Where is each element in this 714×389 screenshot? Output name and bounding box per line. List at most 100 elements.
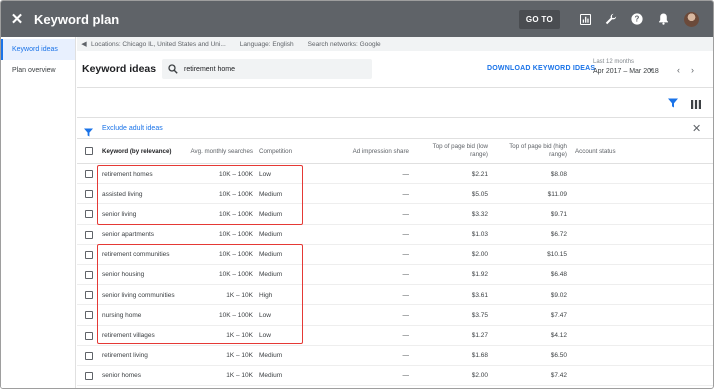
impression-share-cell: — — [402, 332, 410, 339]
help-icon[interactable]: ? — [624, 1, 650, 37]
low-bid-cell: $3.61 — [471, 291, 488, 299]
row-checkbox[interactable] — [85, 230, 93, 239]
select-all-checkbox[interactable] — [85, 147, 93, 155]
row-checkbox[interactable] — [85, 190, 93, 199]
row-checkbox[interactable] — [85, 331, 93, 340]
row-checkbox[interactable] — [85, 371, 93, 380]
sidebar: Keyword ideas Plan overview — [1, 37, 76, 388]
competition-cell: Medium — [259, 352, 283, 360]
wrench-icon[interactable] — [598, 1, 624, 37]
search-value: retirement home — [184, 65, 235, 73]
columns-icon[interactable] — [691, 96, 701, 114]
networks-setting[interactable]: Search networks: Google — [308, 41, 381, 48]
keyword-ideas-table: Keyword (by relevance) Avg. monthly sear… — [77, 139, 713, 387]
highlight-box — [97, 165, 303, 225]
exclude-adult-ideas-filter[interactable]: Exclude adult ideas — [102, 125, 163, 132]
avatar[interactable] — [684, 11, 699, 27]
impression-share-cell: — — [402, 311, 410, 319]
row-checkbox[interactable] — [85, 291, 93, 300]
app-title: Keyword plan — [34, 11, 120, 27]
high-bid-cell: $4.12 — [550, 332, 567, 339]
search-input[interactable]: retirement home — [162, 59, 372, 79]
reports-icon[interactable] — [572, 1, 598, 37]
top-bar-actions: GO TO ? — [518, 1, 713, 37]
row-checkbox[interactable] — [85, 250, 93, 259]
targeting-info-bar: ◀ Locations: Chicago IL, United States a… — [77, 37, 713, 51]
row-checkbox[interactable] — [85, 311, 93, 320]
column-header-competition[interactable]: Competition — [259, 148, 292, 156]
high-bid-cell: $7.42 — [550, 372, 567, 380]
low-bid-cell: $2.00 — [471, 251, 488, 259]
row-checkbox[interactable] — [85, 270, 93, 279]
low-bid-cell: $3.32 — [471, 210, 488, 218]
table-row[interactable]: senior homes 1K – 10K Medium — $2.00 $7.42 — [77, 366, 713, 387]
search-icon — [162, 64, 184, 74]
filter-icon[interactable] — [668, 95, 678, 113]
keyword-cell: senior apartments — [102, 231, 155, 239]
high-bid-cell: $6.72 — [550, 231, 567, 239]
competition-cell: Medium — [259, 231, 283, 239]
date-range-dropdown-icon[interactable]: ▼ — [648, 68, 654, 74]
row-checkbox[interactable] — [85, 210, 93, 219]
download-keyword-ideas-button[interactable]: DOWNLOAD KEYWORD IDEAS — [487, 65, 595, 72]
low-bid-cell: $3.75 — [471, 311, 488, 319]
chevron-right-icon[interactable]: › — [691, 65, 694, 75]
column-header-high-bid[interactable]: Top of page bid (high range) — [505, 143, 567, 159]
keyword-ideas-header: Keyword ideas retirement home DOWNLOAD K… — [77, 53, 713, 87]
locations-setting[interactable]: Locations: Chicago IL, United States and… — [91, 41, 226, 48]
high-bid-cell: $9.02 — [550, 291, 567, 299]
low-bid-cell: $1.92 — [471, 271, 488, 279]
row-checkbox[interactable] — [85, 351, 93, 360]
impression-share-cell: — — [402, 190, 410, 198]
header-divider — [77, 87, 713, 88]
keyword-cell: retirement living — [102, 352, 148, 360]
impression-share-cell: — — [402, 170, 410, 178]
column-header-low-bid[interactable]: Top of page bid (low range) — [426, 143, 488, 159]
notifications-bell-icon[interactable] — [650, 1, 676, 37]
column-header-account-status[interactable]: Account status — [575, 148, 616, 156]
low-bid-cell: $5.05 — [471, 190, 488, 198]
column-header-avg-searches[interactable]: Avg. monthly searches — [191, 148, 253, 156]
impression-share-cell: — — [402, 372, 410, 380]
sidebar-item-keyword-ideas[interactable]: Keyword ideas — [1, 39, 75, 60]
impression-share-cell: — — [402, 352, 410, 360]
row-checkbox[interactable] — [85, 170, 93, 178]
close-icon[interactable]: ✕ — [692, 122, 701, 135]
high-bid-cell: $6.50 — [550, 352, 567, 360]
impression-share-cell: — — [402, 210, 410, 218]
high-bid-cell: $10.15 — [547, 251, 567, 259]
low-bid-cell: $1.03 — [471, 231, 488, 239]
impression-share-cell: — — [402, 291, 410, 299]
collapse-caret-icon[interactable]: ◀ — [77, 40, 91, 48]
keyword-cell: senior homes — [102, 372, 142, 380]
avg-searches-cell: 1K – 10K — [226, 372, 253, 380]
column-header-keyword[interactable]: Keyword (by relevance) — [102, 148, 171, 156]
high-bid-cell: $9.71 — [550, 210, 567, 218]
high-bid-cell: $6.48 — [550, 271, 567, 279]
low-bid-cell: $1.27 — [471, 332, 488, 339]
svg-text:?: ? — [635, 15, 640, 24]
table-header-row: Keyword (by relevance) Avg. monthly sear… — [77, 139, 713, 164]
high-bid-cell: $11.09 — [547, 190, 567, 198]
competition-cell: Medium — [259, 372, 283, 380]
top-bar: ✕ Keyword plan GO TO ? — [1, 1, 713, 37]
impression-share-cell: — — [402, 251, 410, 259]
table-row[interactable]: senior apartments 10K – 100K Medium — $1.03 $… — [77, 225, 713, 245]
highlight-box — [97, 244, 303, 344]
close-icon[interactable]: ✕ — [2, 1, 32, 37]
avg-searches-cell: 10K – 100K — [219, 231, 253, 239]
low-bid-cell: $1.68 — [471, 352, 488, 360]
chevron-left-icon[interactable]: ‹ — [677, 65, 680, 75]
column-header-impression-share[interactable]: Ad impression share — [353, 148, 409, 156]
table-row[interactable]: retirement living 1K – 10K Medium — $1.68 $6.… — [77, 346, 713, 366]
impression-share-cell: — — [402, 271, 410, 279]
page-title: Keyword ideas — [82, 63, 157, 75]
avg-searches-cell: 1K – 10K — [226, 352, 253, 360]
date-range-label: Last 12 months — [593, 59, 635, 65]
language-setting[interactable]: Language: English — [240, 41, 294, 48]
app-window: ✕ Keyword plan GO TO ? Keyword ideas Pla… — [0, 0, 714, 389]
go-to-button[interactable]: GO TO — [518, 9, 560, 29]
sidebar-item-plan-overview[interactable]: Plan overview — [1, 60, 75, 81]
high-bid-cell: $7.47 — [550, 311, 567, 319]
low-bid-cell: $2.21 — [471, 170, 488, 178]
